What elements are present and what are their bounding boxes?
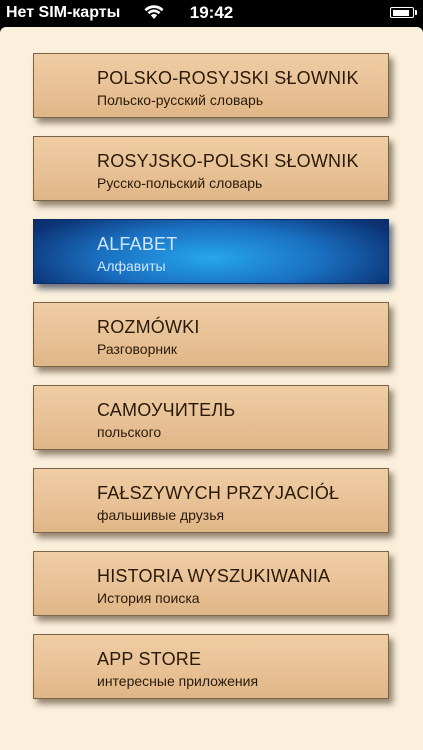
menu-item-russian-polish-dictionary[interactable]: ROSYJSKO-POLSKI SŁOWNIK Русско-польский … — [33, 136, 389, 201]
menu-item-polish-russian-dictionary[interactable]: POLSKO-ROSYJSKI SŁOWNIK Польско-русский … — [33, 53, 389, 118]
status-bar: Нет SIM-карты 19:42 — [0, 0, 423, 27]
menu-item-false-friends[interactable]: FAŁSZYWYCH PRZYJACIÓŁ фальшивые друзья — [33, 468, 389, 533]
menu-item-title: POLSKO-ROSYJSKI SŁOWNIK — [97, 68, 359, 88]
menu-item-title: ROSYJSKO-POLSKI SŁOWNIK — [97, 151, 359, 171]
menu-item-app-store[interactable]: APP STORE интересные приложения — [33, 634, 389, 699]
menu-item-subtitle: Польско-русский словарь — [97, 92, 264, 108]
battery-level-fill — [392, 9, 409, 16]
battery-icon — [390, 7, 417, 18]
menu-item-title: САМОУЧИТЕЛЬ — [97, 400, 236, 420]
menu-item-title: ALFABET — [97, 234, 178, 254]
menu-item-subtitle: Разговорник — [97, 341, 178, 357]
menu-item-subtitle: польского — [97, 424, 162, 440]
menu-item-self-study[interactable]: САМОУЧИТЕЛЬ польского — [33, 385, 389, 450]
menu-item-subtitle: Алфавиты — [97, 258, 166, 274]
menu-item-search-history[interactable]: HISTORIA WYSZUKIWANIA История поиска — [33, 551, 389, 616]
clock-time: 19:42 — [189, 3, 234, 22]
menu-item-title: HISTORIA WYSZUKIWANIA — [97, 566, 331, 586]
menu-item-phrasebook[interactable]: ROZMÓWKI Разговорник — [33, 302, 389, 367]
main-content: POLSKO-ROSYJSKI SŁOWNIK Польско-русский … — [0, 27, 423, 750]
menu-item-subtitle: фальшивые друзья — [97, 507, 225, 523]
menu-item-alphabet[interactable]: ALFABET Алфавиты — [33, 219, 389, 284]
menu-item-subtitle: Русско-польский словарь — [97, 175, 263, 191]
menu-item-title: FAŁSZYWYCH PRZYJACIÓŁ — [97, 483, 340, 503]
menu-item-title: APP STORE — [97, 649, 202, 669]
menu-item-title: ROZMÓWKI — [97, 317, 200, 337]
menu-list: POLSKO-ROSYJSKI SŁOWNIK Польско-русский … — [33, 53, 389, 717]
menu-item-subtitle: История поиска — [97, 590, 200, 606]
menu-item-subtitle: интересные приложения — [97, 673, 259, 689]
